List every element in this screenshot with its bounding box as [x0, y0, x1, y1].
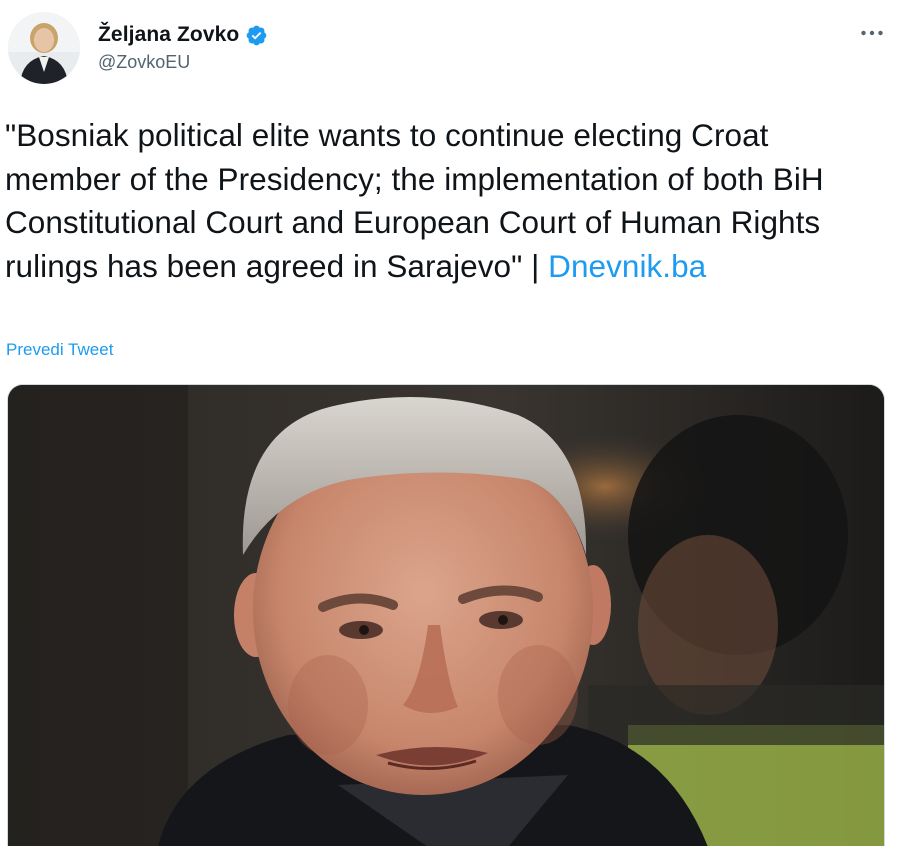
tweet-text: "Bosniak political elite wants to contin…: [5, 114, 885, 288]
author-display-name[interactable]: Željana Zovko: [98, 23, 239, 47]
tweet-link[interactable]: Dnevnik.ba: [548, 248, 706, 284]
translate-tweet-link[interactable]: Prevedi Tweet: [6, 340, 113, 360]
more-options-button[interactable]: [856, 22, 888, 44]
author-avatar[interactable]: [8, 12, 80, 84]
author-handle[interactable]: @ZovkoEU: [98, 52, 190, 73]
verified-badge-icon: [247, 25, 267, 45]
tweet-media-photo[interactable]: [7, 384, 885, 846]
portrait-photo: [8, 385, 884, 846]
more-dots-icon: [861, 30, 883, 36]
author-name-row: Željana Zovko: [98, 20, 268, 50]
avatar-photo: [8, 12, 80, 84]
